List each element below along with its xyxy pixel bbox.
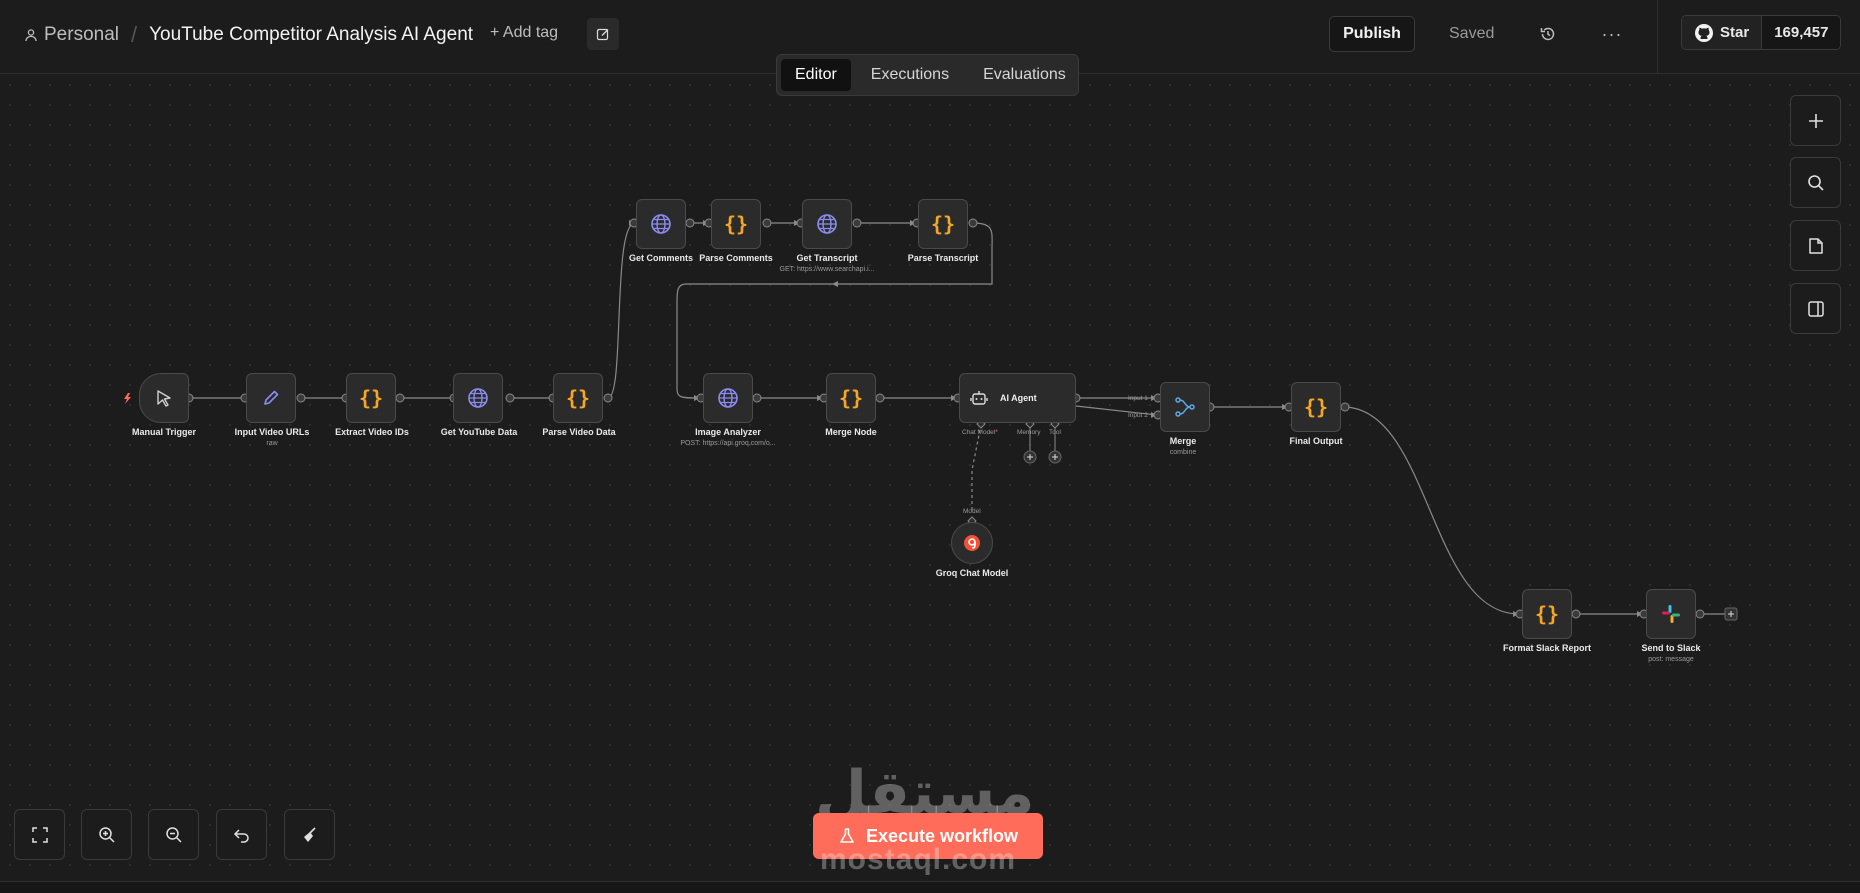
node-extract-video-ids[interactable]: {} — [346, 373, 396, 423]
edge-parse-getcomments — [607, 222, 636, 399]
node-parse-video-data[interactable]: {} — [553, 373, 603, 423]
code-icon: {} — [1534, 602, 1560, 626]
node-parse-comments[interactable]: {} — [711, 199, 761, 249]
sub-send-to-slack: post: message — [1648, 656, 1694, 663]
search-icon — [1807, 174, 1824, 191]
node-get-youtube-data[interactable] — [453, 373, 503, 423]
broom-icon — [303, 826, 316, 842]
port-label-model: Model — [963, 508, 981, 515]
node-manual-trigger[interactable] — [139, 373, 189, 423]
node-send-to-slack[interactable] — [1646, 589, 1696, 639]
label-parse-transcript: Parse Transcript — [907, 253, 979, 263]
code-icon: {} — [565, 386, 591, 410]
view-tabs: Editor Executions Evaluations — [776, 54, 1079, 96]
label-groq-chat-model: Groq Chat Model — [935, 568, 1009, 578]
edge-model-agent — [971, 424, 982, 510]
label-send-to-slack: Send to Slack — [1641, 643, 1701, 653]
tab-editor[interactable]: Editor — [781, 59, 851, 91]
node-ai-agent[interactable]: AI Agent — [959, 373, 1076, 423]
label-merge-node: Merge Node — [825, 427, 877, 437]
bottom-bar — [0, 881, 1860, 893]
node-input-video-urls[interactable] — [246, 373, 296, 423]
robot-icon — [970, 391, 988, 405]
tidy-up-button[interactable] — [284, 809, 335, 860]
code-icon: {} — [930, 212, 956, 236]
node-image-analyzer[interactable] — [703, 373, 753, 423]
merge-input-1-label: Input 1 — [1128, 395, 1148, 402]
panel-icon — [1807, 300, 1824, 317]
search-nodes-button[interactable] — [1790, 157, 1841, 208]
node-merge[interactable] — [1160, 382, 1210, 432]
merge-icon — [1175, 397, 1195, 417]
port-label-chat-model: Chat Model* — [962, 429, 998, 436]
port-label-memory: Memory — [1017, 429, 1041, 436]
add-memory-button — [1023, 450, 1037, 464]
node-groq-chat-model[interactable] — [951, 522, 993, 564]
sub-image-analyzer: POST: https://api.groq.com/o... — [680, 440, 776, 447]
globe-icon — [468, 388, 488, 408]
port-label-tool: Tool — [1049, 429, 1061, 436]
add-tool-button — [1048, 450, 1062, 464]
app-root: Personal / YouTube Competitor Analysis A… — [0, 0, 1860, 893]
merge-input-2-label: Input 2 — [1128, 412, 1148, 419]
node-get-comments[interactable] — [636, 199, 686, 249]
globe-icon — [718, 388, 738, 408]
groq-icon — [964, 535, 980, 551]
sticky-note-button[interactable] — [1790, 220, 1841, 271]
zoom-in-button[interactable] — [81, 809, 132, 860]
label-ai-agent: AI Agent — [1000, 393, 1037, 403]
slack-icon — [1662, 605, 1680, 623]
globe-icon — [651, 214, 671, 234]
sub-input-video-urls: raw — [266, 440, 278, 447]
node-format-slack-report[interactable]: {} — [1522, 589, 1572, 639]
arrow-loop — [832, 281, 838, 287]
tab-executions[interactable]: Executions — [857, 59, 963, 91]
zoom-out-icon — [165, 826, 182, 843]
node-get-transcript[interactable] — [802, 199, 852, 249]
undo-icon — [233, 828, 249, 843]
zoom-out-button[interactable] — [148, 809, 199, 860]
watermark-latin: mostaql.com — [820, 843, 1017, 876]
pencil-icon — [264, 390, 279, 405]
add-node-button[interactable] — [1790, 95, 1841, 146]
cursor-icon — [157, 390, 171, 407]
node-merge-node[interactable]: {} — [826, 373, 876, 423]
node-final-output[interactable]: {} — [1291, 382, 1341, 432]
fit-view-button[interactable] — [14, 809, 65, 860]
node-parse-transcript[interactable]: {} — [918, 199, 968, 249]
code-icon: {} — [358, 386, 384, 410]
edge-parsetranscript-image — [676, 222, 993, 399]
note-icon — [1808, 237, 1823, 254]
globe-icon — [817, 214, 837, 234]
fullscreen-icon — [31, 826, 48, 843]
plus-icon — [1808, 113, 1823, 128]
zoom-in-icon — [98, 826, 115, 843]
code-icon: {} — [723, 212, 749, 236]
code-icon: {} — [1303, 395, 1329, 419]
label-final-output: Final Output — [1289, 436, 1343, 446]
code-icon: {} — [838, 386, 864, 410]
tab-evaluations[interactable]: Evaluations — [969, 59, 1080, 91]
label-parse-video-data: Parse Video Data — [542, 427, 616, 437]
trigger-bolt-icon — [124, 393, 131, 404]
sub-merge: combine — [1169, 449, 1197, 456]
toggle-panel-button[interactable] — [1790, 283, 1841, 334]
add-next-node-button — [1724, 607, 1738, 621]
undo-button[interactable] — [216, 809, 267, 860]
sub-get-transcript: GET: https://www.searchapi.i... — [779, 266, 875, 273]
